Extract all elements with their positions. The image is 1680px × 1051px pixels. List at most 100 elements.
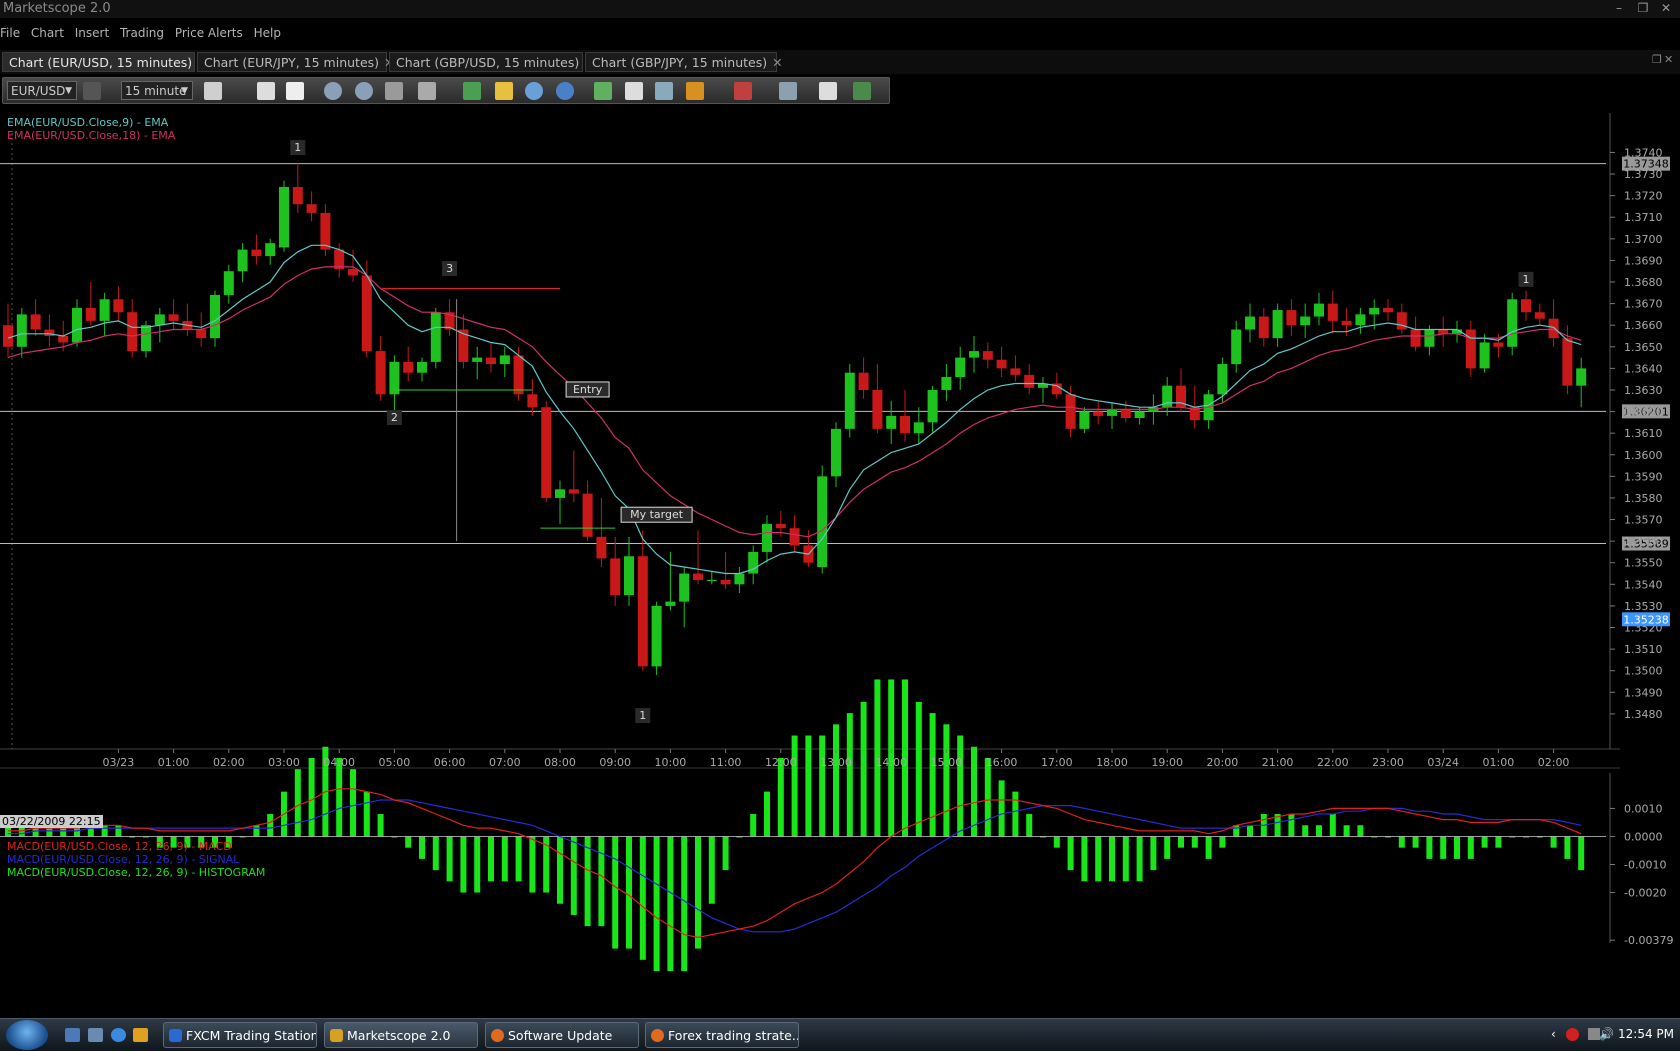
instrument-value: EUR/USD [11,84,66,98]
candle-body [127,312,138,352]
time-tick-label: 02:00 [213,756,245,769]
menu-file[interactable]: File [0,24,24,40]
candle-body [1576,368,1587,386]
ask-icon[interactable] [286,82,304,100]
bid-icon[interactable] [257,82,275,100]
close-tab-icon[interactable]: ✕ [772,55,782,70]
price-tick-label: 1.3720 [1624,190,1663,203]
candle-body [541,407,552,498]
macd-histogram-bar [777,757,784,837]
taskbar-label: Software Update [508,1028,613,1043]
tab-eurjpy[interactable]: Chart (EUR/JPY, 15 minutes)✕ [197,52,395,72]
switch-windows-icon[interactable] [88,1028,103,1042]
tree-icon[interactable] [853,82,871,100]
annotation-label: My target [630,508,684,521]
price-tick-label: 1.3660 [1624,319,1663,332]
restore-pane-icon[interactable]: ❐ [1652,53,1662,66]
clock[interactable]: 12:54 PM [1618,1027,1674,1041]
annotation-label: 1 [1523,273,1530,286]
candle-body [472,357,483,362]
browser-icon[interactable] [111,1028,126,1042]
restore-icon[interactable]: ❐ [1634,1,1652,15]
candle-body [679,573,690,602]
taskbar-item-marketscope[interactable]: Marketscope 2.0 [324,1022,478,1048]
tray-expand-icon[interactable]: ‹ [1551,1027,1556,1041]
marker-icon[interactable] [734,82,752,100]
candle-body [1507,299,1518,347]
minimize-icon[interactable]: – [1610,1,1628,15]
close-pane-icon[interactable]: ✕ [1664,53,1673,66]
taskbar-item-software-update[interactable]: Software Update [485,1022,639,1048]
candle-body [196,329,207,339]
time-tick-label: 12:00 [765,756,797,769]
show-desktop-icon[interactable] [65,1028,80,1042]
grid-icon[interactable] [655,82,673,100]
candle-body [141,325,151,352]
price-tick-label: 1.3510 [1624,643,1663,656]
instrument-select[interactable]: EUR/USD ▼ [7,81,77,100]
chart-type-icon[interactable] [204,82,222,100]
candle-body [1424,329,1435,347]
macd-histogram-bar [750,814,757,837]
candle-body [58,335,69,343]
macd-histogram-bar [708,836,715,904]
label-icon[interactable] [779,82,797,100]
menu-insert[interactable]: Insert [75,24,113,40]
menu-trading[interactable]: Trading [120,24,168,40]
start-button[interactable] [6,1020,48,1050]
macd-histogram-bar [791,735,798,837]
properties-icon[interactable] [495,82,513,100]
candle-body [72,307,82,343]
macd-histogram-bar [1012,791,1019,837]
time-tick-label: 18:00 [1096,756,1128,769]
link-icon[interactable] [83,82,101,100]
candle-body [306,204,317,213]
refresh-icon[interactable] [525,82,543,100]
menu-price-alerts[interactable]: Price Alerts [175,24,247,40]
price-chart[interactable]: 132EntryMy target11 1.373481.362011.3558… [0,113,1680,1015]
macd-tick-label: -0.0010 [1624,859,1666,872]
media-player-icon[interactable] [133,1028,148,1042]
ema9-legend: EMA(EUR/USD.Close,9) - EMA [7,116,169,129]
price-tick-label: 1.3550 [1624,557,1663,570]
macd-histogram-bar [253,825,260,837]
pencil-icon[interactable] [686,82,704,100]
menu-chart[interactable]: Chart [31,24,68,40]
macd-histogram-bar [1550,836,1557,848]
candle-body [624,556,634,596]
tab-gbpusd[interactable]: Chart (GBP/USD, 15 minutes)✕ [389,52,595,72]
eraser-icon[interactable] [819,82,837,100]
price-tick-label: 1.3630 [1624,384,1663,397]
taskbar-item-forex-strategy[interactable]: Forex trading strate... [645,1022,799,1048]
pointer-icon[interactable] [385,82,403,100]
candle-body [969,351,979,358]
fxcm-icon [169,1029,182,1042]
crosshair-icon[interactable] [418,82,436,100]
globe-icon[interactable] [556,82,574,100]
security-icon[interactable] [1566,1028,1579,1041]
price-tick-label: 1.3700 [1624,233,1663,246]
tab-eurusd[interactable]: Chart (EUR/USD, 15 minutes)✕ [2,52,208,72]
macd-histogram-bar [1398,836,1405,848]
price-tick-label: 1.3590 [1624,470,1663,483]
candle-body [1341,320,1352,326]
zoom-in-icon[interactable] [324,82,342,100]
volume-icon[interactable]: 🔊 [1599,1027,1614,1041]
tab-gbpjpy[interactable]: Chart (GBP/JPY, 15 minutes) ✕ [585,52,783,72]
candle-body [1120,409,1131,419]
close-icon[interactable]: ✕ [1657,1,1675,15]
chart-area[interactable]: 1 3 2 Entry My target 1 1 1.37348 1.36201 1.3558… [0,113,1680,1019]
candle-body [113,299,124,313]
menu-help[interactable]: Help [254,24,285,40]
macd-histogram-bar [1578,836,1585,871]
indicator-icon[interactable] [463,82,481,100]
text-icon[interactable] [625,82,643,100]
timeframe-select[interactable]: 15 minute ▼ [121,81,193,100]
chart-icon[interactable] [594,82,612,100]
time-tick-label: 22:00 [1317,756,1349,769]
macd-histogram-bar [474,836,481,893]
candle-body [1327,303,1338,321]
taskbar-item-fxcm[interactable]: FXCM Trading Station [163,1022,317,1048]
price-tick-label: 1.3480 [1624,708,1663,721]
zoom-out-icon[interactable] [355,82,373,100]
